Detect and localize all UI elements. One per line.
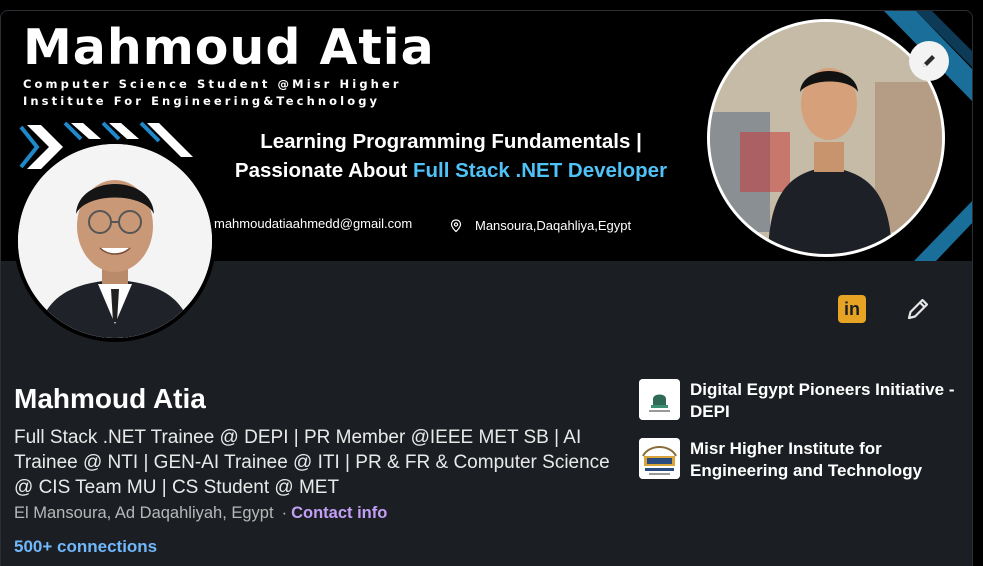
banner-tagline: Learning Programming Fundamentals | Pass… [201, 127, 701, 185]
organization-name: Digital Egypt Pioneers Initiative - DEPI [690, 380, 955, 421]
tagline-line1: Learning Programming Fundamentals | [260, 130, 642, 153]
tagline-line2: Passionate About Full Stack .NET Develop… [201, 156, 701, 185]
edit-profile-pencil-icon[interactable] [904, 295, 932, 323]
separator-dot: · [281, 504, 288, 522]
met-logo-icon [639, 438, 680, 479]
profile-headline: Full Stack .NET Trainee @ DEPI | PR Memb… [14, 427, 610, 498]
profile-card: Mahmoud Atia Computer Science Student @M… [0, 10, 973, 566]
tagline-accent: Full Stack .NET Developer [413, 159, 668, 182]
banner-email: mahmoudatiaahmedd@gmail.com [214, 216, 413, 231]
organization-item[interactable]: Misr Higher Institute for Engineering an… [639, 438, 960, 482]
depi-logo-icon [639, 379, 680, 420]
linkedin-icon[interactable]: in [838, 295, 866, 323]
location-pin-icon [450, 218, 462, 232]
profile-location: El Mansoura, Ad Daqahliyah, Egypt [14, 504, 274, 522]
contact-info-link[interactable]: Contact info [291, 504, 387, 522]
profile-action-icons: in [838, 295, 932, 323]
banner-subtitle-line1: Computer Science Student @Misr Higher [23, 77, 402, 91]
edit-banner-button[interactable] [909, 41, 949, 81]
profile-avatar[interactable] [14, 140, 216, 342]
banner-name: Mahmoud Atia [23, 19, 435, 76]
profile-location-line: El Mansoura, Ad Daqahliyah, Egypt · Contac… [14, 504, 387, 523]
profile-name: Mahmoud Atia [14, 383, 206, 414]
organization-name: Misr Higher Institute for Engineering an… [690, 439, 923, 480]
connections-link[interactable]: 500+ connections [14, 537, 157, 557]
person-avatar-icon [18, 144, 212, 338]
pencil-icon [923, 55, 935, 67]
organization-item[interactable]: Digital Egypt Pioneers Initiative - DEPI [639, 379, 960, 423]
banner-location: Mansoura,Daqahliya,Egypt [449, 218, 631, 233]
banner-subtitle-line2: Institute For Engineering&Technology [23, 94, 381, 108]
tagline-prefix: Passionate About [234, 159, 413, 182]
banner-location-text: Mansoura,Daqahliya,Egypt [475, 218, 632, 233]
avatar-image [18, 144, 212, 338]
